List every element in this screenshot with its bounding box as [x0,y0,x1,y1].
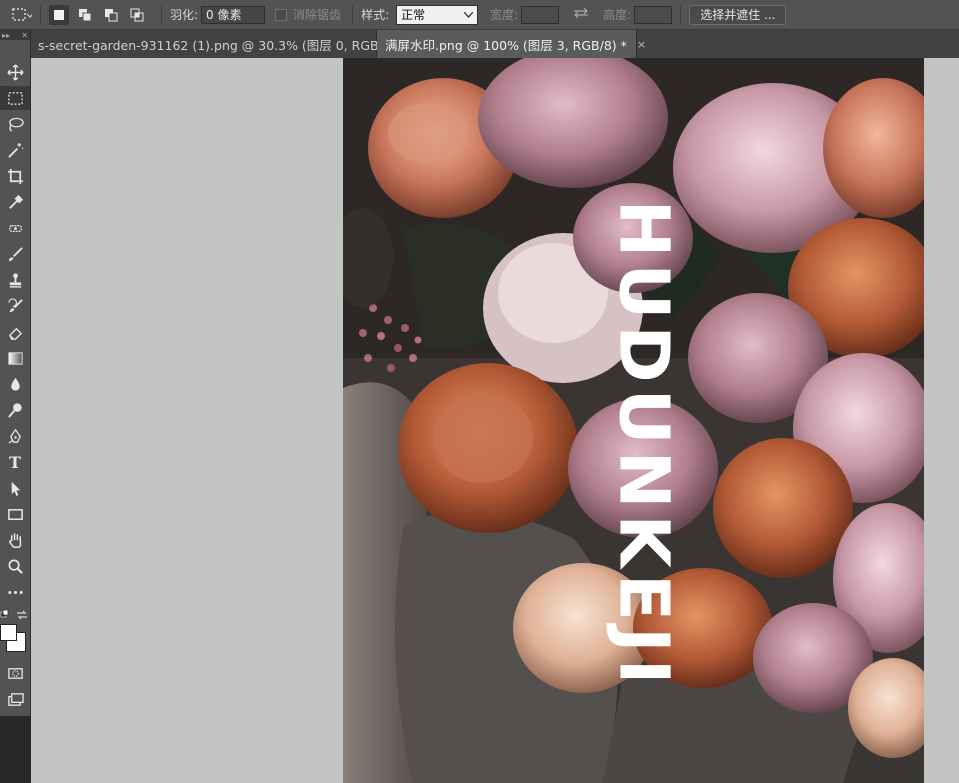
watermark-text-layer[interactable]: HUDUNKEJI [603,127,683,763]
dodge-icon [7,402,22,418]
brush-icon [8,246,23,261]
style-select[interactable]: 正常 [396,4,479,25]
brush-tool[interactable] [0,242,30,266]
subtract-from-selection-button[interactable] [101,5,121,25]
intersect-selection-button[interactable] [127,5,147,25]
width-label: 宽度: [490,8,519,22]
move-icon [6,63,24,81]
select-and-mask-button[interactable]: 选择并遮住 ... [689,4,787,25]
feather-label: 羽化: [170,8,199,22]
crop-icon [7,168,23,184]
more-tools[interactable] [0,580,30,604]
marquee-tool[interactable] [0,86,30,110]
hand-tool[interactable] [0,528,30,552]
subtract-selection-icon [105,8,118,21]
lasso-icon [8,117,24,132]
type-tool[interactable]: T [0,450,30,474]
chevron-down-icon [464,11,474,18]
width-input[interactable] [521,5,560,24]
options-separator [161,5,162,24]
hand-icon [8,532,21,548]
close-toolbar-icon[interactable]: ✕ [21,31,28,40]
history-brush-tool[interactable] [0,294,30,318]
options-separator [680,5,682,24]
feather-input[interactable]: 0 像素 [201,5,266,24]
eraser-tool[interactable] [0,320,30,344]
blur-tool[interactable] [0,372,30,396]
options-bar: 羽化: 0 像素 消除锯齿 样式: 正常 宽度: 高度: 选择并遮住 ... [0,0,959,30]
antialias-label: 消除锯齿 [293,8,342,22]
swap-colors-icon[interactable] [16,609,28,623]
antialias-checkbox[interactable] [275,8,288,21]
style-label: 样式: [361,8,390,22]
rect-marquee-preset-icon [12,7,32,21]
tab-label: 满屏水印.png @ 100% (图层 3, RGB/8) * [385,37,627,53]
rectangle-tool[interactable] [0,502,30,526]
toolbar-header[interactable]: ▸▸ ✕ [0,30,30,40]
tab-secret-garden[interactable]: s-secret-garden-931162 (1).png @ 30.3% (… [30,30,425,58]
close-icon[interactable]: × [637,38,646,51]
intersect-selection-icon [130,8,144,21]
new-selection-button[interactable] [49,4,69,25]
stamp-icon [9,272,21,288]
new-selection-icon [54,9,64,20]
arrow-cursor-icon [11,481,20,496]
bandage-icon [8,224,22,232]
move-tool[interactable] [0,60,30,84]
eyedropper-icon [8,194,23,209]
path-selection-tool[interactable] [0,476,30,500]
rectangle-icon [7,508,23,520]
healing-brush-tool[interactable] [0,216,30,240]
expand-toolbar-icon[interactable]: ▸▸ [2,31,10,40]
watermark-text: HUDUNKEJI [603,199,683,691]
quick-mask-icon [7,667,23,679]
history-brush-icon [7,297,23,312]
foreground-color-swatch[interactable] [0,624,17,641]
crop-tool[interactable] [0,164,30,188]
gradient-tool[interactable] [0,346,30,370]
dodge-tool[interactable] [0,398,30,422]
zoom-tool[interactable] [0,554,30,578]
pen-tool[interactable] [0,424,30,448]
screen-mode-button[interactable] [0,687,30,711]
tab-watermark[interactable]: 满屏水印.png @ 100% (图层 3, RGB/8) * × [377,30,646,58]
magic-wand-icon [7,142,23,158]
options-separator [352,5,354,24]
add-selection-icon [79,8,92,21]
tools-panel: ▸▸ ✕ T [0,30,31,716]
type-icon: T [9,452,21,472]
pen-icon [7,428,21,444]
gradient-icon [7,351,23,365]
tab-label: s-secret-garden-931162 (1).png @ 30.3% (… [38,37,406,53]
document-tabs: s-secret-garden-931162 (1).png @ 30.3% (… [30,30,959,58]
tool-preset-picker[interactable] [10,0,32,30]
ellipsis-icon [7,590,23,594]
swap-dimensions-icon[interactable] [573,7,589,22]
add-to-selection-button[interactable] [75,5,95,25]
height-label: 高度: [603,8,632,22]
lasso-tool[interactable] [0,112,30,136]
screen-mode-icon [7,692,24,706]
options-separator [40,5,41,24]
quick-mask-button[interactable] [0,661,30,685]
eyedropper-tool[interactable] [0,190,30,214]
height-input[interactable] [634,5,673,24]
clone-stamp-tool[interactable] [0,268,30,292]
magic-wand-tool[interactable] [0,138,30,162]
rect-marquee-icon [7,91,23,105]
zoom-icon [8,559,23,574]
drop-icon [10,377,20,391]
eraser-icon [8,327,22,340]
style-select-value: 正常 [401,7,426,22]
